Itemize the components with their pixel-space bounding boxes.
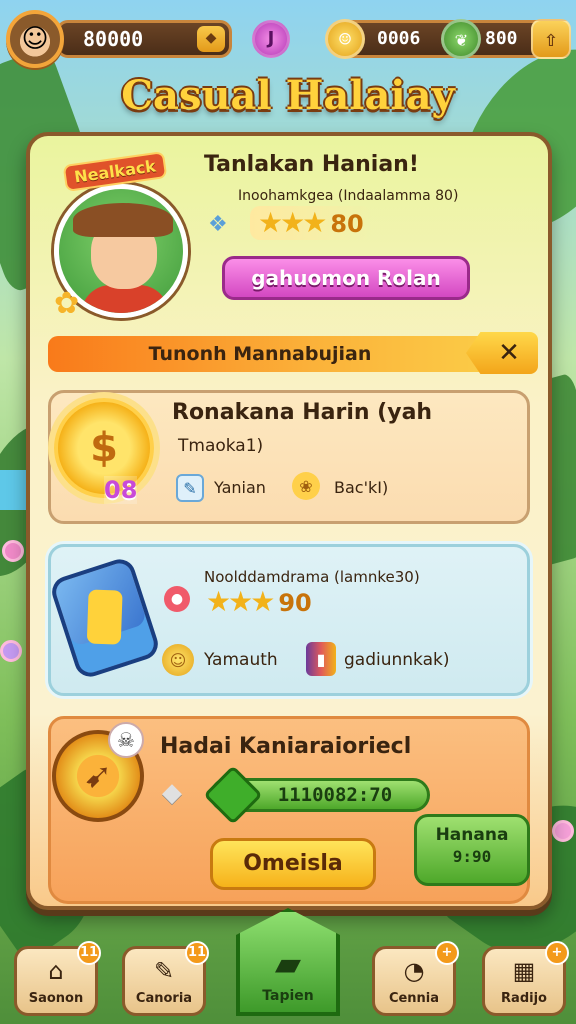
player-name: Tanlakan Hanian! [204,152,419,177]
card-3-title: Hadai Kaniaraioriecl [160,734,412,759]
card-2-item-2: gadiunnkak) [344,650,450,670]
add-coins-button[interactable]: ◆ [197,26,225,52]
card-2-stars-value: 90 [278,589,312,617]
player-avatar[interactable]: ☺ [6,10,64,68]
nav-label: Saonon [28,991,84,1006]
notification-badge: 11 [77,941,101,965]
book-icon: ▮ [306,642,336,676]
nav-label: Tapien [262,988,314,1004]
nav-item-shop[interactable]: ◔ Cennia + [372,941,459,1016]
side-reward-label: Hanana [435,825,509,845]
coin-value: 80000 [83,27,144,51]
bottom-navigation: ⌂ Saonon 11 ✎ Canoria 11 ▰ Tapien ◔ Cenn… [0,908,576,1024]
nav-label: Canoria [135,991,193,1006]
resource-2-value: 800 [485,28,518,49]
nav-item-social[interactable]: ▦ Radijo + [482,941,569,1016]
profile-stars-value: 80 [330,210,364,238]
resource-bar: ☺ 0006 ❦ 800 ⇧ [325,19,571,59]
background-flower [0,640,22,662]
portrait-hat [73,203,173,237]
plus-badge: + [435,941,459,965]
card-2-item-1: Yamauth [204,650,278,670]
nav-item-main[interactable]: ▰ Tapien [236,908,340,1016]
card-1-item-2: Bac'kI) [334,478,389,497]
star-icon: ✿ [54,286,80,321]
leaf-gem-icon: ❦ [441,19,481,59]
star-icons: ★★★ [258,206,327,239]
plus-badge: + [545,941,569,965]
silver-gem-icon: ◆ [162,778,182,808]
card-1-item-1: Yanian [214,478,266,497]
coin-icon: ☺ [162,644,194,676]
nav-label: Radijo [501,991,547,1006]
add-resource-button[interactable]: ⇧ [531,19,571,59]
card-1-title: Ronakana Harin (yah [172,400,433,425]
side-reward-value: 9:90 [452,847,492,866]
gem-button[interactable]: J [252,20,290,58]
nav-item-home[interactable]: ⌂ Saonon 11 [14,941,101,1016]
claim-button[interactable]: Omeisla [210,838,376,890]
smile-coin-icon: ☺ [325,19,365,59]
background-flower [552,820,574,842]
notification-badge: 11 [185,941,209,965]
top-hud: ☺ 80000 ◆ J ☺ 0006 ❦ 800 ⇧ [0,8,576,68]
close-icon[interactable]: ✕ [466,332,538,374]
banner-text: Tunonh Mannabujian [148,343,372,365]
feather-icon: ✎ [176,474,204,502]
profile-action-button[interactable]: gahuomon Rolan [222,256,470,300]
diamond-icon: ❖ [208,212,228,237]
skull-icon: ☠ [108,722,144,758]
treasure-chest-icon: ▰ [274,944,302,984]
mission-banner: Tunonh Mannabujian ✕ [48,332,538,374]
nav-item-craft[interactable]: ✎ Canoria 11 [122,941,209,1016]
card-2-stars: ★★★ 90 [206,586,312,619]
profile-stars: ★★★ 80 [250,206,372,240]
nav-label: Cennia [388,991,440,1006]
item-count-badge: 08 [104,476,138,504]
background-flower [2,540,24,562]
star-icons: ★★★ [206,585,275,618]
card-1-subtitle: Tmaoka1) [178,436,264,456]
side-reward-button[interactable]: Hanana 9:90 [414,814,530,886]
resource-1-value: 0006 [377,28,421,49]
game-title: Casual Halaiay [121,72,455,119]
player-subtitle: Inoohamkgea (Indaalamma 80) [238,188,459,204]
coin-counter: 80000 ◆ [56,20,232,58]
tag-icon: ● [164,586,190,612]
card-2-subtitle: Noolddamdrama (lamnke30) [204,568,420,586]
gold-swirl-icon: ❀ [292,472,320,500]
